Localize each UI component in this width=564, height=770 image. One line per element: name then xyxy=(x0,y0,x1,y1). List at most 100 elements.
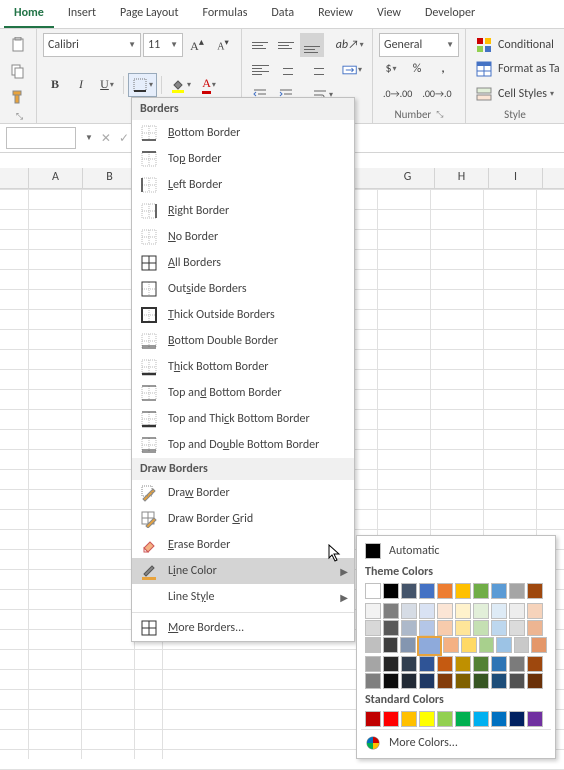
color-swatch[interactable] xyxy=(365,583,381,599)
menu-item-right[interactable]: Right Border xyxy=(132,198,354,224)
color-swatch[interactable] xyxy=(455,603,471,619)
name-box[interactable] xyxy=(6,127,76,149)
orientation-button[interactable]: ab↗▾ xyxy=(333,33,366,57)
color-swatch[interactable] xyxy=(491,711,507,727)
color-swatch[interactable] xyxy=(419,603,435,619)
color-swatch[interactable] xyxy=(455,583,471,599)
col-header[interactable]: A xyxy=(29,168,83,188)
color-swatch[interactable] xyxy=(365,637,381,653)
tab-formulas[interactable]: Formulas xyxy=(192,2,257,28)
color-swatch[interactable] xyxy=(491,656,507,672)
tab-page-layout[interactable]: Page Layout xyxy=(110,2,188,28)
tab-review[interactable]: Review xyxy=(308,2,363,28)
align-center-button[interactable] xyxy=(275,58,300,82)
menu-item-topdoublebottom[interactable]: Top and Double Bottom Border xyxy=(132,432,354,458)
menu-item-all[interactable]: All Borders xyxy=(132,250,354,276)
color-swatch[interactable] xyxy=(455,620,471,636)
align-left-button[interactable] xyxy=(248,58,273,82)
color-swatch[interactable] xyxy=(473,583,489,599)
menu-item-thickbottom[interactable]: Thick Bottom Border xyxy=(132,354,354,380)
color-swatch[interactable] xyxy=(479,637,495,653)
color-swatch[interactable] xyxy=(443,637,459,653)
underline-button[interactable]: U▾ xyxy=(95,73,119,97)
menu-item-top[interactable]: Top Border xyxy=(132,146,354,172)
menu-item-drawgrid[interactable]: Draw Border Grid xyxy=(132,506,354,532)
col-header[interactable]: I xyxy=(489,168,543,188)
color-swatch[interactable] xyxy=(383,583,399,599)
menu-item-left[interactable]: Left Border xyxy=(132,172,354,198)
color-swatch[interactable] xyxy=(437,583,453,599)
color-swatch[interactable] xyxy=(401,603,417,619)
decrease-decimal-button[interactable]: .00→.0 xyxy=(418,82,455,106)
comma-button[interactable]: , xyxy=(431,57,455,81)
menu-item-bottom[interactable]: Bottom Border xyxy=(132,120,354,146)
color-swatch[interactable] xyxy=(514,637,530,653)
color-swatch[interactable] xyxy=(437,603,453,619)
number-format-combo[interactable]: General▼ xyxy=(379,33,459,57)
tab-home[interactable]: Home xyxy=(4,2,54,28)
dialog-launcher-icon[interactable]: ⤡ xyxy=(16,111,23,122)
color-swatch[interactable] xyxy=(401,620,417,636)
tab-data[interactable]: Data xyxy=(261,2,304,28)
cell-styles-button[interactable]: Cell Styles▾ xyxy=(472,82,564,106)
menu-item-outside[interactable]: Outside Borders xyxy=(132,276,354,302)
menu-item-none[interactable]: No Border xyxy=(132,224,354,250)
color-swatch[interactable] xyxy=(401,673,417,689)
color-swatch[interactable] xyxy=(509,673,525,689)
color-swatch[interactable] xyxy=(527,711,543,727)
menu-item-bottomdouble[interactable]: Bottom Double Border xyxy=(132,328,354,354)
color-swatch[interactable] xyxy=(383,620,399,636)
menu-item-draw[interactable]: Draw Border xyxy=(132,480,354,506)
col-header[interactable]: B xyxy=(83,168,137,188)
merge-button[interactable]: ▾ xyxy=(338,58,366,82)
menu-item-linestyle[interactable]: Line Style▶ xyxy=(132,584,354,610)
color-swatch[interactable] xyxy=(365,711,381,727)
color-swatch[interactable] xyxy=(509,711,525,727)
tab-insert[interactable]: Insert xyxy=(58,2,106,28)
color-swatch[interactable] xyxy=(419,656,435,672)
fill-color-button[interactable]: ▾ xyxy=(166,73,195,97)
increase-font-button[interactable]: A▴ xyxy=(185,33,209,57)
color-swatch[interactable] xyxy=(383,603,399,619)
paste-button[interactable] xyxy=(6,33,30,57)
format-as-table-button[interactable]: Format as Ta xyxy=(472,57,564,81)
font-size-combo[interactable]: 11▼ xyxy=(143,33,183,57)
format-painter-button[interactable] xyxy=(6,85,30,109)
color-swatch[interactable] xyxy=(401,583,417,599)
color-swatch[interactable] xyxy=(473,620,489,636)
align-top-button[interactable] xyxy=(248,33,272,57)
color-swatch[interactable] xyxy=(509,620,525,636)
color-swatch[interactable] xyxy=(527,603,543,619)
color-swatch[interactable] xyxy=(401,656,417,672)
color-swatch[interactable] xyxy=(473,673,489,689)
color-swatch[interactable] xyxy=(365,656,381,672)
italic-button[interactable]: I xyxy=(69,73,93,97)
color-swatch[interactable] xyxy=(491,620,507,636)
conditional-formatting-button[interactable]: Conditional xyxy=(472,33,564,57)
more-colors-item[interactable]: More Colors... xyxy=(361,732,551,754)
color-swatch[interactable] xyxy=(401,711,417,727)
enter-icon[interactable]: ✓ xyxy=(119,131,129,146)
align-bottom-button[interactable] xyxy=(300,33,324,57)
menu-item-topbottom[interactable]: Top and Bottom Border xyxy=(132,380,354,406)
menu-item-erase[interactable]: Erase Border xyxy=(132,532,354,558)
color-swatch[interactable] xyxy=(509,603,525,619)
cancel-icon[interactable]: ✕ xyxy=(101,131,111,146)
accounting-format-button[interactable]: $▾ xyxy=(379,57,403,81)
menu-item-topthickbottom[interactable]: Top and Thick Bottom Border xyxy=(132,406,354,432)
color-swatch[interactable] xyxy=(527,656,543,672)
color-swatch[interactable] xyxy=(531,637,547,653)
color-swatch[interactable] xyxy=(473,656,489,672)
color-swatch[interactable] xyxy=(365,620,381,636)
align-middle-button[interactable] xyxy=(274,33,298,57)
color-swatch[interactable] xyxy=(527,583,543,599)
color-swatch[interactable] xyxy=(437,673,453,689)
color-swatch[interactable] xyxy=(419,711,435,727)
select-all-corner[interactable] xyxy=(0,168,29,188)
color-swatch[interactable] xyxy=(437,656,453,672)
color-swatch[interactable] xyxy=(419,673,435,689)
color-swatch[interactable] xyxy=(491,603,507,619)
tab-view[interactable]: View xyxy=(367,2,411,28)
color-swatch[interactable] xyxy=(383,673,399,689)
color-swatch[interactable] xyxy=(400,637,416,653)
